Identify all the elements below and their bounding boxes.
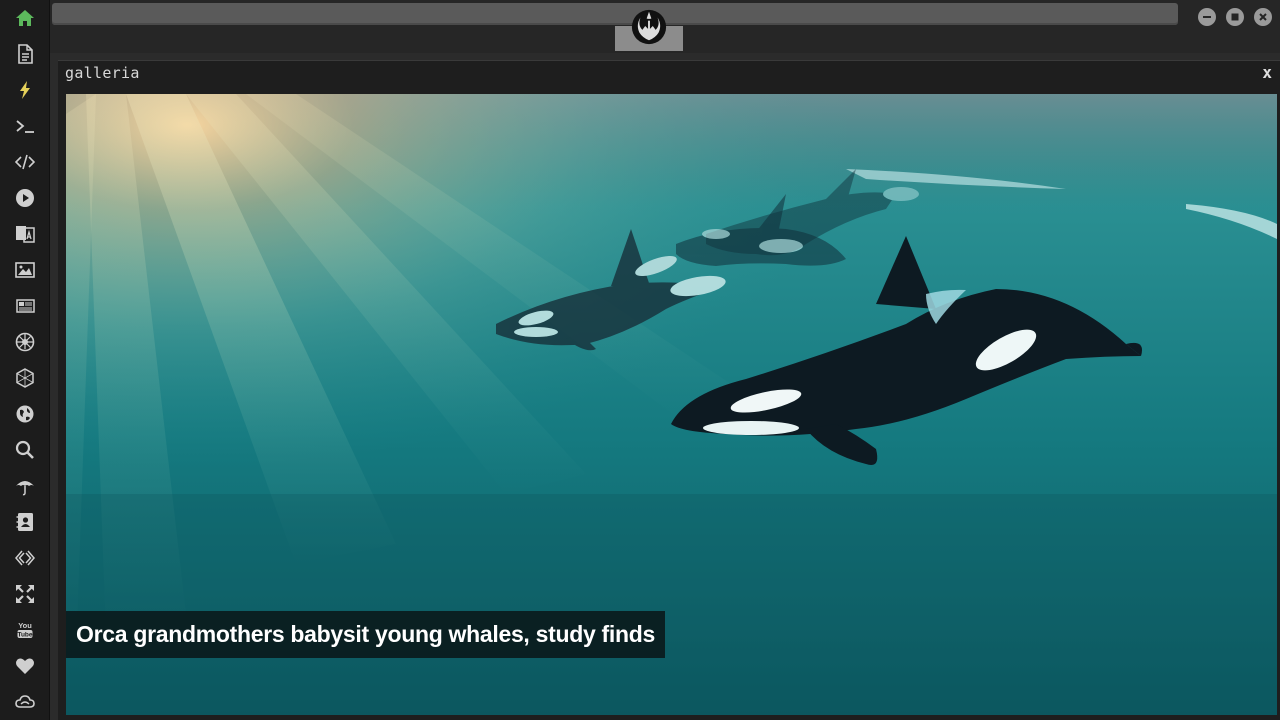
lightning-icon[interactable] [13,78,37,102]
empire-icon[interactable] [13,330,37,354]
translate-icon[interactable] [13,222,37,246]
window-title: galleria [65,64,140,82]
expand-icon[interactable] [13,582,37,606]
image-caption: Orca grandmothers babysit young whales, … [76,621,655,647]
gallery-image-viewer[interactable]: Orca grandmothers babysit young whales, … [66,94,1277,715]
newspaper-icon[interactable] [13,294,37,318]
umbrella-icon[interactable] [13,474,37,498]
top-bar [50,0,1280,53]
hexagon-icon[interactable] [13,366,37,390]
window-close-button[interactable]: x [1262,63,1272,82]
terminal-icon[interactable] [13,114,37,138]
heart-icon[interactable] [13,654,37,678]
caption-box: Orca grandmothers babysit young whales, … [66,611,665,658]
home-icon[interactable] [13,6,37,30]
search-icon[interactable] [13,438,37,462]
close-icon[interactable] [1254,8,1272,26]
code-icon[interactable] [13,150,37,174]
rebel-alliance-logo [631,9,667,45]
youtube-icon[interactable]: You Tube [13,618,37,642]
play-icon[interactable] [13,186,37,210]
diamond-code-icon[interactable] [13,546,37,570]
cloud-icon[interactable] [13,690,37,714]
galleria-window: galleria x Orca grandmothers babysit you… [58,60,1280,720]
image-icon[interactable] [13,258,37,282]
minimize-icon[interactable] [1198,8,1216,26]
maximize-icon[interactable] [1226,8,1244,26]
sidebar: You Tube [0,0,50,720]
document-icon[interactable] [13,42,37,66]
svg-text:You: You [18,621,32,630]
svg-text:Tube: Tube [17,632,32,639]
address-bar[interactable] [52,3,1178,25]
contacts-icon[interactable] [13,510,37,534]
globe-icon[interactable] [13,402,37,426]
